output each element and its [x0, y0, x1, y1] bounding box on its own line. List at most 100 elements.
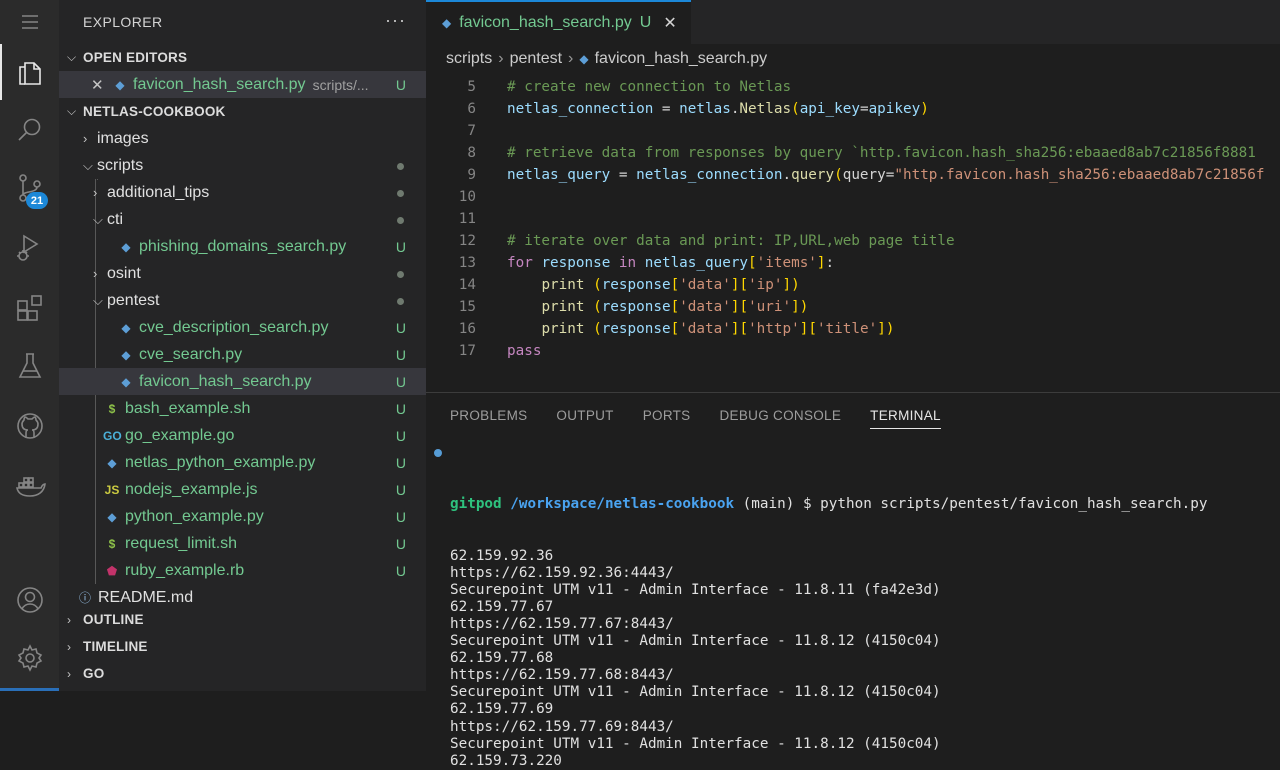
tree-item-label: ruby_example.rb	[125, 561, 245, 579]
line-number: 14	[458, 277, 476, 293]
source-control-badge: 21	[26, 192, 48, 209]
section-timeline[interactable]: › TIMELINE	[59, 633, 426, 660]
section-go[interactable]: › GO	[59, 660, 426, 687]
folder-item[interactable]: ⌵ scripts	[59, 152, 426, 179]
prompt-user: gitpod	[450, 496, 502, 513]
close-tab-icon[interactable]: ✕	[663, 13, 676, 33]
prompt-command: $ python scripts/pentest/favicon_hash_se…	[802, 496, 1208, 513]
open-editor-item[interactable]: ✕ ◆ favicon_hash_search.py scripts/... U	[59, 71, 426, 98]
extensions-icon[interactable]	[14, 292, 46, 324]
chevron-right-icon: ›	[67, 639, 72, 654]
tab-ports[interactable]: PORTS	[643, 393, 691, 437]
bottom-panel: PROBLEMS OUTPUT PORTS DEBUG CONSOLE TERMINAL…	[426, 392, 1280, 769]
tab-output[interactable]: OUTPUT	[556, 393, 613, 437]
tab-problems[interactable]: PROBLEMS	[450, 393, 527, 437]
status-badge: U	[395, 400, 406, 417]
run-debug-icon[interactable]	[14, 232, 46, 264]
breadcrumb-scripts[interactable]: scripts	[446, 50, 492, 68]
status-badge: U	[395, 535, 406, 552]
file-item[interactable]: $ bash_example.sh U	[59, 395, 426, 422]
tab-favicon-hash-search[interactable]: ◆ favicon_hash_search.py U ✕	[426, 0, 691, 44]
line-number: 11	[458, 211, 476, 227]
line-number: 5	[467, 79, 476, 95]
python-file-icon: ◆	[442, 16, 452, 30]
open-editors-label: OPEN EDITORS	[83, 50, 188, 65]
open-editor-path: scripts/...	[312, 76, 369, 93]
prompt-path: /workspace/netlas-cookbook	[510, 496, 735, 513]
modified-dot-icon	[397, 298, 404, 305]
prompt-branch: (main)	[742, 496, 795, 513]
status-badge: U	[395, 346, 406, 363]
tree-item-label: cve_search.py	[139, 345, 243, 363]
terminal-output-line: 62.159.92.36	[450, 547, 554, 564]
tab-terminal[interactable]: TERMINAL	[870, 393, 941, 437]
folder-item[interactable]: › additional_tips	[59, 179, 426, 206]
file-item[interactable]: ◆ favicon_hash_search.py U	[59, 368, 426, 395]
terminal[interactable]: gitpod /workspace/netlas-cookbook (main)…	[434, 445, 1208, 770]
tree-item-label: netlas_python_example.py	[125, 453, 316, 471]
file-item[interactable]: ◆ cve_description_search.py U	[59, 314, 426, 341]
code-line: netlas_connection = netlas.Netlas(api_ke…	[507, 101, 929, 117]
testing-icon[interactable]	[14, 350, 46, 382]
file-item[interactable]: ◆ python_example.py U	[59, 503, 426, 530]
terminal-output-line: Securepoint UTM v11 - Admin Interface - …	[450, 581, 941, 598]
python-file-icon: ◆	[579, 52, 589, 66]
line-number: 15	[458, 299, 476, 315]
ruby-file-icon: ⬟	[106, 563, 118, 578]
folder-item[interactable]: ⌵ cti	[59, 206, 426, 233]
python-file-icon: ◆	[121, 320, 131, 335]
tree-item-label: phishing_domains_search.py	[139, 237, 347, 255]
project-section[interactable]: ⌵ NETLAS-COOKBOOK	[59, 98, 426, 125]
explorer-sidebar: EXPLORER ··· ⌵ OPEN EDITORS ✕ ◆ favicon_…	[59, 0, 426, 691]
menu-icon[interactable]	[14, 6, 46, 38]
info-icon: ⓘ	[78, 591, 91, 605]
tree-item-label: bash_example.sh	[125, 399, 251, 417]
file-item[interactable]: $ request_limit.sh U	[59, 530, 426, 557]
tab-debug-console[interactable]: DEBUG CONSOLE	[719, 393, 841, 437]
explorer-title: EXPLORER	[83, 14, 163, 30]
chevron-down-icon: ⌵	[67, 50, 77, 64]
line-number: 9	[467, 167, 476, 183]
open-editors-section[interactable]: ⌵ OPEN EDITORS	[59, 44, 426, 71]
explorer-header: EXPLORER ···	[59, 0, 426, 44]
line-number: 6	[467, 101, 476, 117]
section-outline[interactable]: › OUTLINE	[59, 606, 426, 633]
terminal-output-line: https://62.159.92.36:4443/	[450, 564, 674, 581]
go-file-icon: GO	[103, 428, 122, 443]
code-line: netlas_query = netlas_connection.query(q…	[507, 167, 1265, 183]
tree-item-label: osint	[107, 264, 141, 282]
python-file-icon: ◆	[115, 77, 125, 92]
python-file-icon: ◆	[121, 239, 131, 254]
python-file-icon: ◆	[107, 455, 117, 470]
line-number: 13	[458, 255, 476, 271]
tab-status: U	[639, 14, 652, 31]
breadcrumb-file[interactable]: favicon_hash_search.py	[595, 50, 768, 68]
code-editor[interactable]: 5 # create new connection to Netlas 6 netla…	[426, 77, 1280, 390]
folder-item[interactable]: ⌵ pentest	[59, 287, 426, 314]
file-item[interactable]: GO go_example.go U	[59, 422, 426, 449]
settings-gear-icon[interactable]	[14, 642, 46, 674]
close-icon[interactable]: ✕	[91, 76, 111, 94]
account-icon[interactable]	[14, 584, 46, 616]
search-icon[interactable]	[14, 114, 46, 146]
terminal-output-line: Securepoint UTM v11 - Admin Interface - …	[450, 684, 941, 701]
breadcrumb-pentest[interactable]: pentest	[510, 50, 562, 68]
docker-icon[interactable]	[14, 470, 46, 502]
chevron-right-icon: ›	[93, 185, 98, 200]
github-icon[interactable]	[14, 410, 46, 442]
file-item[interactable]: ◆ netlas_python_example.py U	[59, 449, 426, 476]
status-badge: U	[395, 481, 406, 498]
file-item[interactable]: ◆ phishing_domains_search.py U	[59, 233, 426, 260]
tree-item-label: request_limit.sh	[125, 534, 238, 552]
folder-item[interactable]: › osint	[59, 260, 426, 287]
chevron-down-icon: ⌵	[83, 157, 93, 173]
terminal-output-line: https://62.159.77.67:8443/	[450, 615, 674, 632]
explorer-icon[interactable]	[0, 44, 46, 100]
code-line: # create new connection to Netlas	[507, 79, 792, 95]
folder-item[interactable]: › images	[59, 125, 426, 152]
status-badge: U	[395, 319, 406, 336]
more-actions-icon[interactable]: ···	[385, 10, 406, 31]
file-item[interactable]: ⬟ ruby_example.rb U	[59, 557, 426, 584]
file-item[interactable]: ◆ cve_search.py U	[59, 341, 426, 368]
file-item[interactable]: JS nodejs_example.js U	[59, 476, 426, 503]
